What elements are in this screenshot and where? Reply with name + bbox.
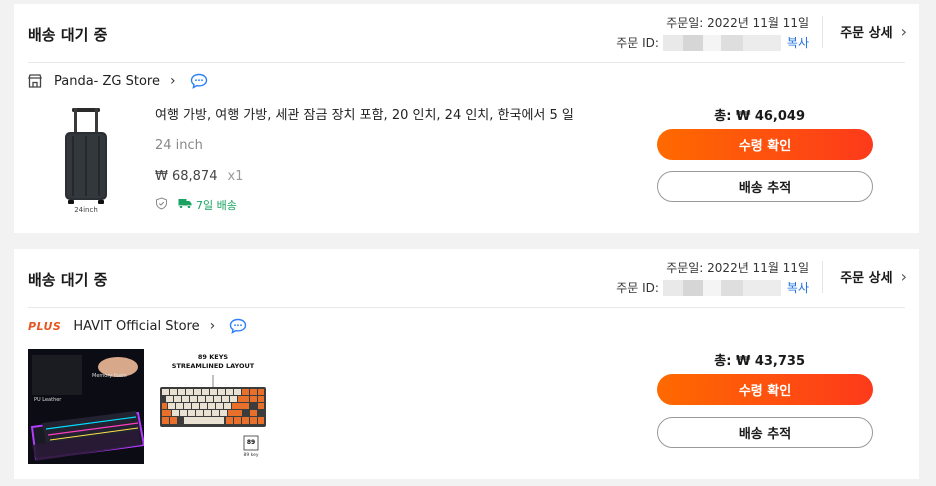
product-image-keyboard-layout[interactable]: 89 KEYS STREAMLINED LAYOUT 89 89 key xyxy=(158,353,268,463)
order-meta: 주문일: 2022년 11월 11일 주문 ID: 복사 xyxy=(616,258,809,298)
store-name-link[interactable]: HAVIT Official Store xyxy=(73,319,199,334)
order-card: 배송 대기 중 주문일: 2022년 11월 11일 주문 ID: 복사 주문 … xyxy=(14,249,919,479)
track-shipment-button[interactable]: 배송 추적 xyxy=(657,417,873,448)
shipping-badge: 7일 배송 xyxy=(178,197,237,213)
order-id-redacted xyxy=(662,35,781,51)
store-icon xyxy=(28,74,42,88)
shield-check-icon xyxy=(155,197,168,213)
confirm-receipt-button[interactable]: 수령 확인 xyxy=(657,129,873,160)
order-detail-link[interactable]: 주문 상세 › xyxy=(840,22,907,41)
order-status: 배송 대기 중 xyxy=(28,26,108,44)
store-row: Panda- ZG Store › xyxy=(28,73,208,89)
order-detail-link[interactable]: 주문 상세 › xyxy=(840,267,907,286)
order-detail-label: 주문 상세 xyxy=(840,271,893,286)
product-image-keyboard-rest[interactable]: PU Leather Memory foam xyxy=(28,349,144,464)
shipping-badge-label: 7일 배송 xyxy=(196,199,237,212)
chevron-right-icon[interactable]: › xyxy=(170,73,176,89)
order-card: 배송 대기 중 주문일: 2022년 11월 11일 주문 ID: 복사 주문 … xyxy=(14,4,919,233)
product-price-row: ₩ 68,874 x1 xyxy=(155,169,243,184)
badge-row: 7일 배송 xyxy=(155,197,237,213)
plus-badge: PLUS xyxy=(28,319,62,333)
order-detail-label: 주문 상세 xyxy=(840,26,893,41)
order-meta: 주문일: 2022년 11월 11일 주문 ID: 복사 xyxy=(616,13,809,53)
key-count-caption: 89 key xyxy=(243,453,259,458)
copy-order-id-link[interactable]: 복사 xyxy=(787,278,809,298)
order-date: 주문일: 2022년 11월 11일 xyxy=(666,261,809,275)
confirm-receipt-button[interactable]: 수령 확인 xyxy=(657,374,873,405)
order-status: 배송 대기 중 xyxy=(28,271,108,289)
order-id-row: 주문 ID: 복사 xyxy=(616,278,809,298)
track-shipment-button[interactable]: 배송 추적 xyxy=(657,171,873,202)
order-header: 배송 대기 중 주문일: 2022년 11월 11일 주문 ID: 복사 주문 … xyxy=(14,4,919,62)
image-label-right: Memory foam xyxy=(92,373,127,379)
header-divider xyxy=(822,16,823,48)
order-id-row: 주문 ID: 복사 xyxy=(616,33,809,53)
order-total: 총: ₩ 46,049 xyxy=(714,109,805,124)
image-label-left: PU Leather xyxy=(34,397,62,403)
header-separator xyxy=(28,307,905,308)
chevron-right-icon: › xyxy=(900,22,907,41)
order-id-redacted xyxy=(662,280,781,296)
truck-icon xyxy=(178,198,192,212)
product-image-suitcase[interactable]: 24inch xyxy=(46,104,126,216)
chevron-right-icon: › xyxy=(900,267,907,286)
image-caption: 24inch xyxy=(74,206,98,214)
store-row: PLUS HAVIT Official Store › xyxy=(28,318,247,334)
order-total: 총: ₩ 43,735 xyxy=(714,354,805,369)
header-divider xyxy=(822,261,823,293)
copy-order-id-link[interactable]: 복사 xyxy=(787,33,809,53)
order-id-label: 주문 ID: xyxy=(616,281,659,295)
header-separator xyxy=(28,62,905,63)
product-quantity: x1 xyxy=(227,169,244,184)
store-name-link[interactable]: Panda- ZG Store xyxy=(54,74,160,89)
order-id-label: 주문 ID: xyxy=(616,36,659,50)
product-variant: 24 inch xyxy=(155,138,203,153)
product-title-link[interactable]: 여행 가방, 여행 가방, 세관 잠금 장치 포함, 20 인치, 24 인치,… xyxy=(155,104,574,123)
order-header: 배송 대기 중 주문일: 2022년 11월 11일 주문 ID: 복사 주문 … xyxy=(14,249,919,307)
chat-icon[interactable] xyxy=(190,73,208,89)
chat-icon[interactable] xyxy=(229,318,247,334)
order-date: 주문일: 2022년 11월 11일 xyxy=(666,16,809,30)
chevron-right-icon[interactable]: › xyxy=(210,318,216,334)
product-price: ₩ 68,874 xyxy=(155,169,218,184)
key-count-badge: 89 xyxy=(246,439,256,446)
